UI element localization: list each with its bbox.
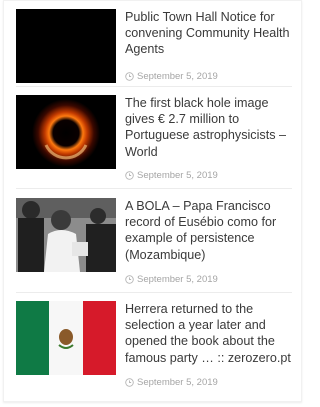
post-date: September 5, 2019 [125,377,218,388]
clock-icon [125,275,134,284]
post-thumbnail[interactable] [16,301,116,375]
post-title-link[interactable]: Herrera returned to the selection a year… [125,301,295,366]
post-title-link[interactable]: A BOLA – Papa Francisco record of Eusébi… [125,198,295,263]
football-photo-image [16,198,116,272]
black-hole-image [16,95,116,169]
post-item: A BOLA – Papa Francisco record of Eusébi… [16,198,296,290]
post-title-link[interactable]: The first black hole image gives € 2.7 m… [125,95,295,160]
post-item: Public Town Hall Notice for convening Co… [16,9,296,101]
post-date: September 5, 2019 [125,170,218,181]
post-thumbnail[interactable] [16,9,116,83]
recent-posts-widget: Public Town Hall Notice for convening Co… [3,0,302,402]
post-date-text: September 5, 2019 [137,170,218,181]
post-date-text: September 5, 2019 [137,71,218,82]
post-title-link[interactable]: Public Town Hall Notice for convening Co… [125,9,295,58]
divider [16,86,292,87]
post-date: September 5, 2019 [125,71,218,82]
divider [16,188,292,189]
divider [16,292,292,293]
post-thumbnail[interactable] [16,95,116,169]
post-date-text: September 5, 2019 [137,274,218,285]
post-item: The first black hole image gives € 2.7 m… [16,95,296,187]
post-item: Herrera returned to the selection a year… [16,301,296,393]
post-thumbnail[interactable] [16,198,116,272]
post-date: September 5, 2019 [125,274,218,285]
mexico-flag-image [16,301,116,375]
clock-icon [125,171,134,180]
clock-icon [125,72,134,81]
clock-icon [125,378,134,387]
post-date-text: September 5, 2019 [137,377,218,388]
